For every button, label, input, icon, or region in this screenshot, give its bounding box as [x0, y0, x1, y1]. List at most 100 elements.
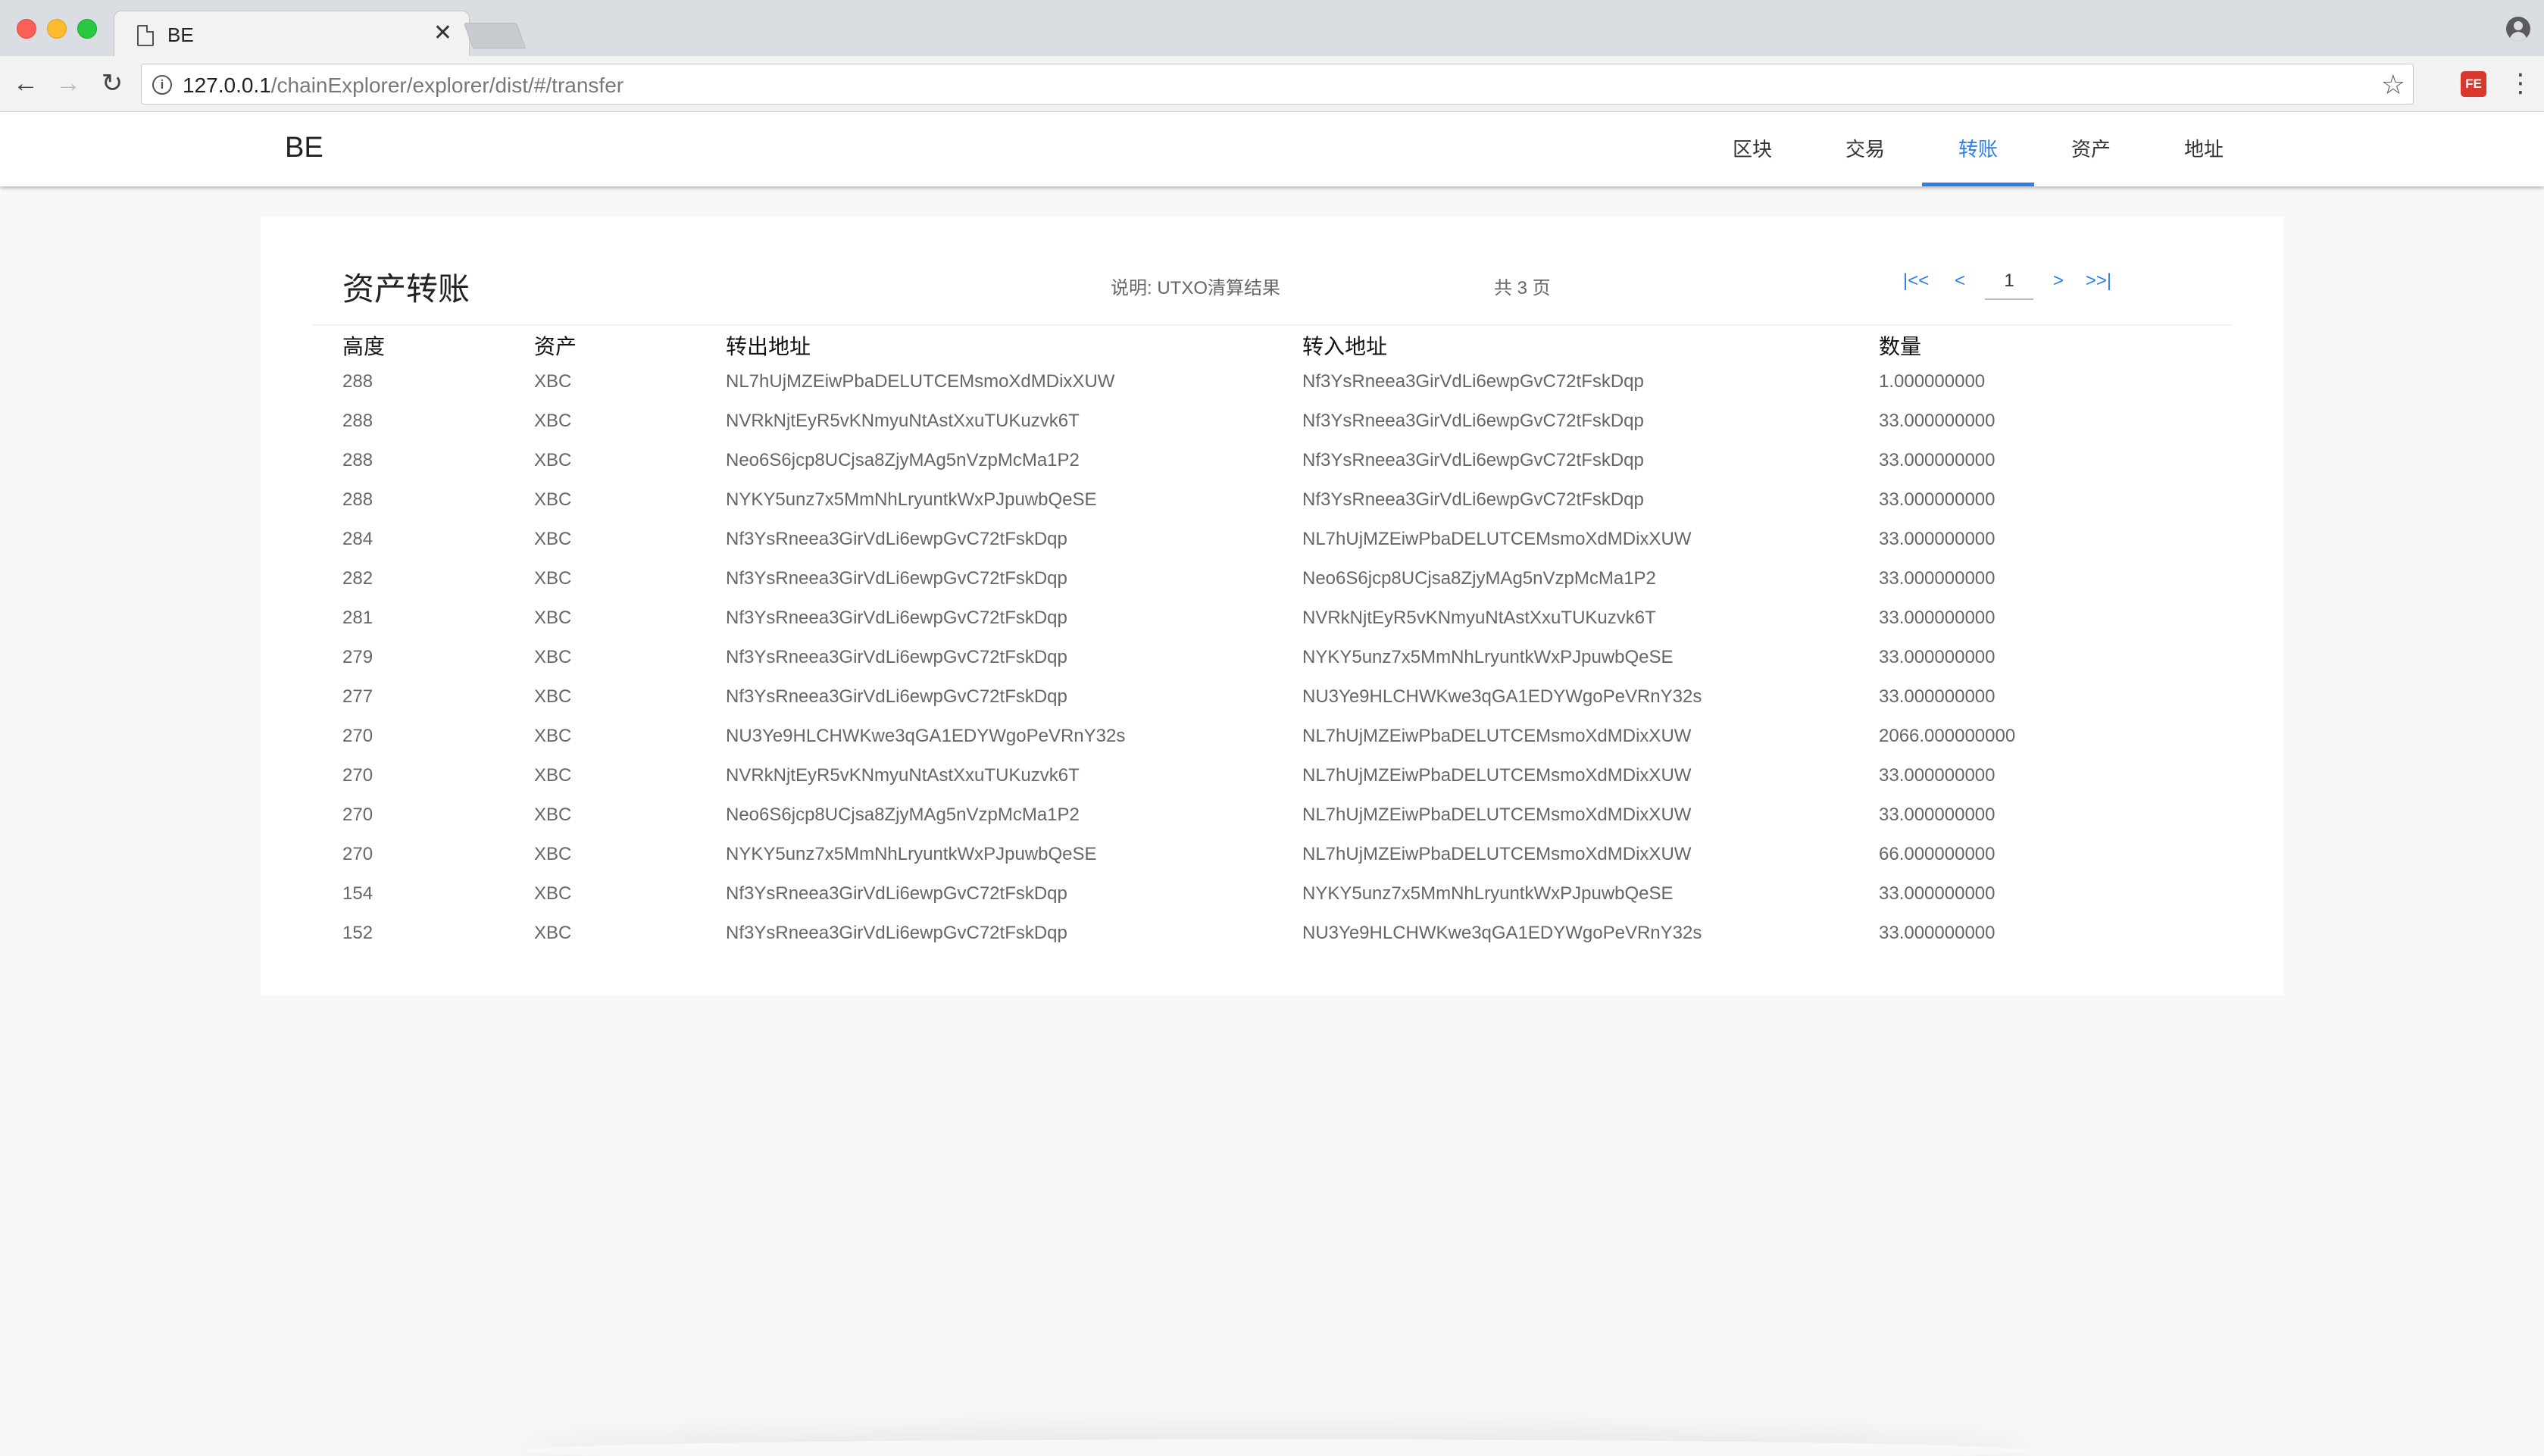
cell-to-address: NL7hUjMZEiwPbaDELUTCEMsmoXdMDixXUW	[1302, 529, 1692, 549]
extension-icon[interactable]: FE	[2461, 71, 2486, 97]
info-icon[interactable]: i	[152, 75, 172, 95]
cell-from-address: Nf3YsRneea3GirVdLi6ewpGvC72tFskDqp	[726, 529, 1067, 549]
cell-amount: 33.000000000	[1879, 883, 1996, 904]
cell-amount: 33.000000000	[1879, 568, 1996, 589]
cell-asset: XBC	[534, 411, 572, 431]
cell-from-address: NYKY5unz7x5MmNhLryuntkWxPJpuwbQeSE	[726, 844, 1097, 864]
cell-asset: XBC	[534, 647, 572, 667]
cell-height: 288	[342, 411, 373, 431]
page-total: 共 3 页	[1494, 278, 1551, 298]
cell-amount: 33.000000000	[1879, 647, 1996, 667]
table-row: 270 XBC NVRkNjtEyR5vKNmyuNtAstXxuTUKuzvk…	[342, 758, 2161, 797]
cell-height: 154	[342, 883, 373, 904]
cell-height: 277	[342, 686, 373, 707]
table-row: 270 XBC NYKY5unz7x5MmNhLryuntkWxPJpuwbQe…	[342, 836, 2161, 876]
cell-from-address: Neo6S6jcp8UCjsa8ZjyMAg5nVzpMcMa1P2	[726, 805, 1080, 825]
cell-to-address: Nf3YsRneea3GirVdLi6ewpGvC72tFskDqp	[1302, 371, 1644, 392]
cell-height: 288	[342, 371, 373, 392]
table-row: 152 XBC Nf3YsRneea3GirVdLi6ewpGvC72tFskD…	[342, 915, 2161, 955]
cell-from-address: Nf3YsRneea3GirVdLi6ewpGvC72tFskDqp	[726, 883, 1067, 904]
brand-logo[interactable]: BE	[285, 132, 323, 164]
cell-height: 279	[342, 647, 373, 667]
cell-amount: 33.000000000	[1879, 489, 1996, 510]
cell-asset: XBC	[534, 489, 572, 510]
tab-title: BE	[167, 23, 194, 46]
next-page-button[interactable]: >	[2047, 262, 2070, 300]
app-header: BE 区块 交易 转账 资产 地址	[0, 112, 2544, 186]
bookmark-star-icon[interactable]: ☆	[2381, 69, 2405, 101]
nav-addresses[interactable]: 地址	[2148, 112, 2260, 186]
back-arrow-icon[interactable]: ←	[11, 68, 41, 98]
cell-amount: 2066.000000000	[1879, 726, 2016, 746]
cell-from-address: Nf3YsRneea3GirVdLi6ewpGvC72tFskDqp	[726, 647, 1067, 667]
cell-asset: XBC	[534, 529, 572, 549]
cell-to-address: NL7hUjMZEiwPbaDELUTCEMsmoXdMDixXUW	[1302, 765, 1692, 786]
nav-transactions[interactable]: 交易	[1809, 112, 1921, 186]
first-page-button[interactable]: |<<	[1895, 262, 1936, 300]
cell-amount: 33.000000000	[1879, 765, 1996, 786]
maximize-window-icon[interactable]	[77, 19, 97, 39]
column-header-from-address: 转出地址	[726, 335, 811, 358]
forward-arrow-icon[interactable]: →	[53, 68, 83, 98]
cell-to-address: NYKY5unz7x5MmNhLryuntkWxPJpuwbQeSE	[1302, 883, 1674, 904]
note-text: 说明: UTXO清算结果	[1111, 278, 1281, 298]
table-row: 288 XBC NYKY5unz7x5MmNhLryuntkWxPJpuwbQe…	[342, 482, 2161, 521]
cell-to-address: NU3Ye9HLCHWKwe3qGA1EDYWgoPeVRnY32s	[1302, 923, 1702, 943]
table-row: 154 XBC Nf3YsRneea3GirVdLi6ewpGvC72tFskD…	[342, 876, 2161, 915]
table-row: 277 XBC Nf3YsRneea3GirVdLi6ewpGvC72tFskD…	[342, 679, 2161, 718]
cell-height: 270	[342, 726, 373, 746]
cell-asset: XBC	[534, 923, 572, 943]
browser-toolbar: ← → ↻ i 127.0.0.1/chainExplorer/explorer…	[0, 56, 2544, 112]
cell-from-address: NVRkNjtEyR5vKNmyuNtAstXxuTUKuzvk6T	[726, 411, 1080, 431]
cell-height: 270	[342, 765, 373, 786]
cell-amount: 33.000000000	[1879, 529, 1996, 549]
cell-asset: XBC	[534, 844, 572, 864]
table-row: 282 XBC Nf3YsRneea3GirVdLi6ewpGvC72tFskD…	[342, 561, 2161, 600]
table-row: 270 XBC Neo6S6jcp8UCjsa8ZjyMAg5nVzpMcMa1…	[342, 797, 2161, 836]
url-text[interactable]: 127.0.0.1/chainExplorer/explorer/dist/#/…	[183, 73, 623, 98]
cell-amount: 33.000000000	[1879, 450, 1996, 470]
column-header-height: 高度	[342, 335, 386, 358]
column-header-to-address: 转入地址	[1302, 335, 1388, 358]
page-number-input[interactable]: 1	[1985, 262, 2033, 300]
more-menu-icon[interactable]: ⋮	[2508, 70, 2533, 100]
cell-to-address: NVRkNjtEyR5vKNmyuNtAstXxuTUKuzvk6T	[1302, 608, 1656, 628]
nav-blocks[interactable]: 区块	[1696, 112, 1808, 186]
cell-asset: XBC	[534, 765, 572, 786]
prev-page-button[interactable]: <	[1949, 262, 1971, 300]
browser-tab-bar: BE ✕	[0, 0, 2544, 58]
cell-height: 270	[342, 844, 373, 864]
browser-tab[interactable]: BE ✕	[114, 11, 470, 58]
cell-asset: XBC	[534, 805, 572, 825]
cell-asset: XBC	[534, 568, 572, 589]
reload-icon[interactable]: ↻	[97, 68, 127, 98]
cell-height: 288	[342, 450, 373, 470]
address-bar[interactable]: i 127.0.0.1/chainExplorer/explorer/dist/…	[141, 64, 2414, 105]
minimize-window-icon[interactable]	[47, 19, 67, 39]
cell-from-address: Nf3YsRneea3GirVdLi6ewpGvC72tFskDqp	[726, 608, 1067, 628]
column-header-amount: 数量	[1879, 335, 1922, 358]
cell-asset: XBC	[534, 726, 572, 746]
table-row: 284 XBC Nf3YsRneea3GirVdLi6ewpGvC72tFskD…	[342, 521, 2161, 561]
nav-transfers[interactable]: 转账	[1922, 112, 2034, 186]
cell-amount: 1.000000000	[1879, 371, 1986, 392]
cell-height: 281	[342, 608, 373, 628]
last-page-button[interactable]: >>|	[2076, 262, 2121, 300]
close-window-icon[interactable]	[17, 19, 36, 39]
cell-to-address: Nf3YsRneea3GirVdLi6ewpGvC72tFskDqp	[1302, 411, 1644, 431]
cell-from-address: NVRkNjtEyR5vKNmyuNtAstXxuTUKuzvk6T	[726, 765, 1080, 786]
new-tab-button[interactable]	[463, 23, 527, 48]
cell-asset: XBC	[534, 608, 572, 628]
page-title: 资产转账	[342, 271, 470, 307]
cell-asset: XBC	[534, 883, 572, 904]
cell-from-address: NL7hUjMZEiwPbaDELUTCEMsmoXdMDixXUW	[726, 371, 1115, 392]
cell-from-address: Nf3YsRneea3GirVdLi6ewpGvC72tFskDqp	[726, 568, 1067, 589]
cell-amount: 66.000000000	[1879, 844, 1996, 864]
tab-close-icon[interactable]: ✕	[433, 22, 452, 45]
cell-to-address: NU3Ye9HLCHWKwe3qGA1EDYWgoPeVRnY32s	[1302, 686, 1702, 707]
column-header-asset: 资产	[534, 335, 577, 358]
profile-icon[interactable]	[2506, 17, 2530, 41]
cell-amount: 33.000000000	[1879, 411, 1996, 431]
nav-assets[interactable]: 资产	[2035, 112, 2147, 186]
table-row: 288 XBC NL7hUjMZEiwPbaDELUTCEMsmoXdMDixX…	[342, 364, 2161, 403]
